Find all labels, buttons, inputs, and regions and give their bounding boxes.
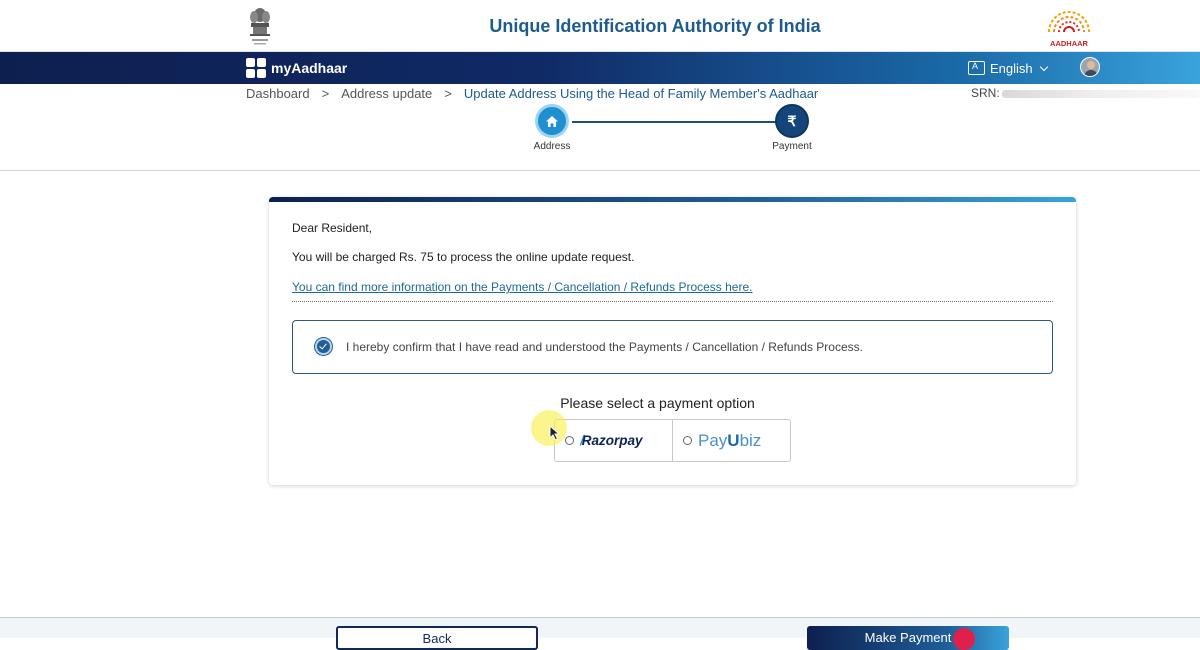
confirm-text: I hereby confirm that I have read and un… <box>346 340 863 354</box>
payment-options: /Razorpay PayUbiz <box>554 419 791 462</box>
language-label: English <box>990 60 1033 76</box>
breadcrumb: Dashboard > Address update > Update Addr… <box>246 86 818 101</box>
greeting-text: Dear Resident, <box>292 221 373 235</box>
rupee-icon: ₹ <box>775 104 809 138</box>
step-label: Payment <box>772 141 812 152</box>
confirm-checkbox[interactable] <box>315 338 332 355</box>
top-header: Unique Identification Authority of India… <box>0 0 1200 52</box>
chevron-down-icon <box>1039 62 1048 71</box>
breadcrumb-separator: > <box>321 86 330 101</box>
footer-bar <box>0 618 1200 638</box>
payment-option-title: Please select a payment option <box>560 395 755 411</box>
razorpay-logo: /Razorpay <box>580 433 643 448</box>
click-indicator <box>953 628 975 650</box>
step-address: Address <box>520 104 584 152</box>
apps-grid-icon[interactable] <box>246 58 266 78</box>
breadcrumb-separator: > <box>444 86 452 101</box>
srn-value-redacted <box>1002 90 1200 98</box>
avatar[interactable] <box>1080 57 1100 77</box>
payubiz-logo: PayUbiz <box>698 430 762 450</box>
razorpay-name: Razorpay <box>581 433 643 448</box>
payment-option-payubiz[interactable]: PayUbiz <box>672 420 790 461</box>
home-icon <box>535 104 569 138</box>
stepper-connector <box>572 121 776 123</box>
aadhaar-logo: AADHAAR <box>1040 6 1098 48</box>
divider <box>0 170 1200 171</box>
charge-text: You will be charged Rs. 75 to process th… <box>292 250 635 264</box>
breadcrumb-current: Update Address Using the Head of Family … <box>463 86 819 101</box>
confirmation-box: I hereby confirm that I have read and un… <box>292 320 1053 374</box>
back-button[interactable]: Back <box>336 626 538 650</box>
payment-option-razorpay[interactable]: /Razorpay <box>555 420 672 461</box>
refund-info-link[interactable]: You can find more information on the Pay… <box>292 280 752 294</box>
progress-stepper: Address ₹ Payment <box>520 104 820 156</box>
payubiz-radio[interactable] <box>683 436 692 445</box>
page-title: Unique Identification Authority of India <box>489 16 821 36</box>
breadcrumb-dashboard[interactable]: Dashboard <box>246 86 310 101</box>
step-label: Address <box>533 141 571 152</box>
brand-name[interactable]: myAadhaar <box>271 60 347 76</box>
divider <box>292 301 1053 302</box>
srn-label: SRN: <box>971 86 1000 100</box>
language-selector[interactable]: English <box>968 58 1048 78</box>
make-payment-button[interactable]: Make Payment <box>807 626 1009 650</box>
razorpay-radio[interactable] <box>565 436 574 445</box>
main-navbar: myAadhaar English <box>0 52 1200 84</box>
payment-card: Dear Resident, You will be charged Rs. 7… <box>269 197 1076 485</box>
aadhaar-logo-text: AADHAAR <box>1050 39 1088 48</box>
step-payment: ₹ Payment <box>760 104 824 152</box>
breadcrumb-address-update[interactable]: Address update <box>341 86 432 101</box>
translate-icon <box>968 61 985 75</box>
card-accent-bar <box>269 197 1076 202</box>
